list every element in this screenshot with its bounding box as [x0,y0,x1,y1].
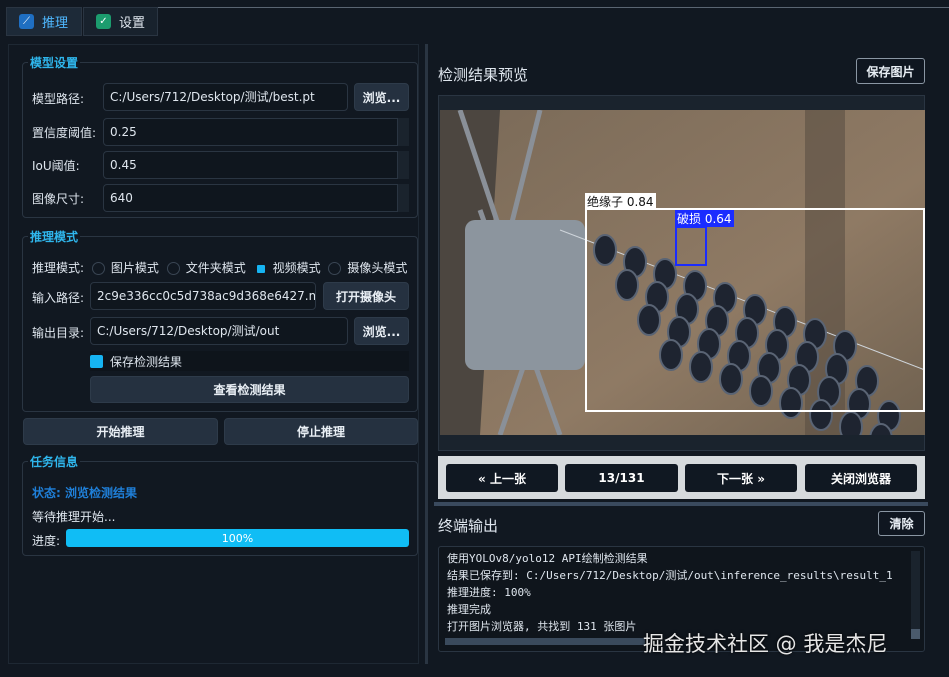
watermark: 掘金技术社区 @ 我是杰尼 [643,628,887,658]
save-image-button[interactable]: 保存图片 [856,58,925,84]
model-browse-button[interactable]: 浏览... [354,83,409,111]
terminal-line: 推理进度: 100% [447,584,916,601]
terminal-line: 结果已保存到: C:/Users/712/Desktop/测试/out\infe… [447,567,916,584]
detection-label-damage: 破损 0.64 [675,210,734,227]
output-dir-label: 输出目录: [32,324,84,341]
close-browser-button[interactable]: 关闭浏览器 [805,464,917,492]
detection-label-insulator: 绝缘子 0.84 [585,193,656,210]
input-path-input[interactable]: 2c9e336cc0c5d738ac9d368e6427.mp4 [90,282,316,310]
radio-image[interactable]: 图片模式 [92,261,159,275]
size-label: 图像尺寸: [32,190,84,207]
checkbox-checked-icon [90,355,103,368]
radio-video[interactable]: 视频模式 [254,261,321,275]
save-results-checkbox[interactable]: 保存检测结果 [90,351,409,371]
progress-label: 进度: [32,532,60,549]
progress-bar: 100% [66,529,409,547]
conf-input[interactable]: 0.25 [103,118,409,146]
next-button[interactable]: 下一张 » [685,464,797,492]
image-counter: 13/131 [565,464,678,492]
stop-inference-button[interactable]: 停止推理 [224,418,418,445]
size-spinner[interactable] [397,184,409,212]
clear-button[interactable]: 清除 [878,511,925,536]
model-settings-title: 模型设置 [28,54,80,71]
tab-inference[interactable]: ⟋推理 [6,7,82,36]
model-path-input[interactable]: C:/Users/712/Desktop/测试/best.pt [103,83,348,111]
detection-box-damage [675,226,707,266]
mode-title: 推理模式 [28,228,80,245]
terminal-title: 终端输出 [438,515,498,536]
terminal-line: 使用YOLOv8/yolo12 API绘制检测结果 [447,550,916,567]
size-input[interactable]: 640 [103,184,409,212]
splitter-horizontal[interactable] [434,502,928,506]
tab-settings[interactable]: ✓设置 [83,7,158,36]
start-inference-button[interactable]: 开始推理 [23,418,218,445]
output-dir-input[interactable]: C:/Users/712/Desktop/测试/out [90,317,348,345]
open-camera-button[interactable]: 打开摄像头 [323,282,409,310]
prev-button[interactable]: « 上一张 [446,464,558,492]
splitter[interactable] [425,44,428,664]
horizontal-scrollbar[interactable] [445,638,645,645]
model-path-label: 模型路径: [32,90,84,107]
vertical-scrollbar[interactable] [911,551,920,639]
tab-bar-line [158,7,949,8]
iou-label: IoU阈值: [32,157,80,174]
terminal-line: 推理完成 [447,601,916,618]
conf-spinner[interactable] [397,118,409,146]
mode-label: 推理模式: [32,261,84,275]
iou-input[interactable]: 0.45 [103,151,409,179]
task-message: 等待推理开始... [32,508,115,525]
view-results-button[interactable]: 查看检测结果 [90,376,409,403]
task-title: 任务信息 [28,453,80,470]
progress-fill: 100% [66,529,409,547]
detection-box-insulator [585,208,925,412]
mode-row: 推理模式: 图片模式 文件夹模式 视频模式 摄像头模式 [32,259,407,276]
preview-title: 检测结果预览 [438,64,528,85]
conf-label: 置信度阈值: [32,124,96,141]
radio-folder[interactable]: 文件夹模式 [167,261,246,275]
radio-camera[interactable]: 摄像头模式 [328,261,407,275]
output-browse-button[interactable]: 浏览... [354,317,409,345]
status-text: 状态: 浏览检测结果 [32,484,137,501]
chart-icon: ⟋ [19,14,34,29]
image-preview-frame: 绝缘子 0.84 破损 0.64 [438,95,925,451]
iou-spinner[interactable] [397,151,409,179]
check-icon: ✓ [96,14,111,29]
input-path-label: 输入路径: [32,289,84,306]
